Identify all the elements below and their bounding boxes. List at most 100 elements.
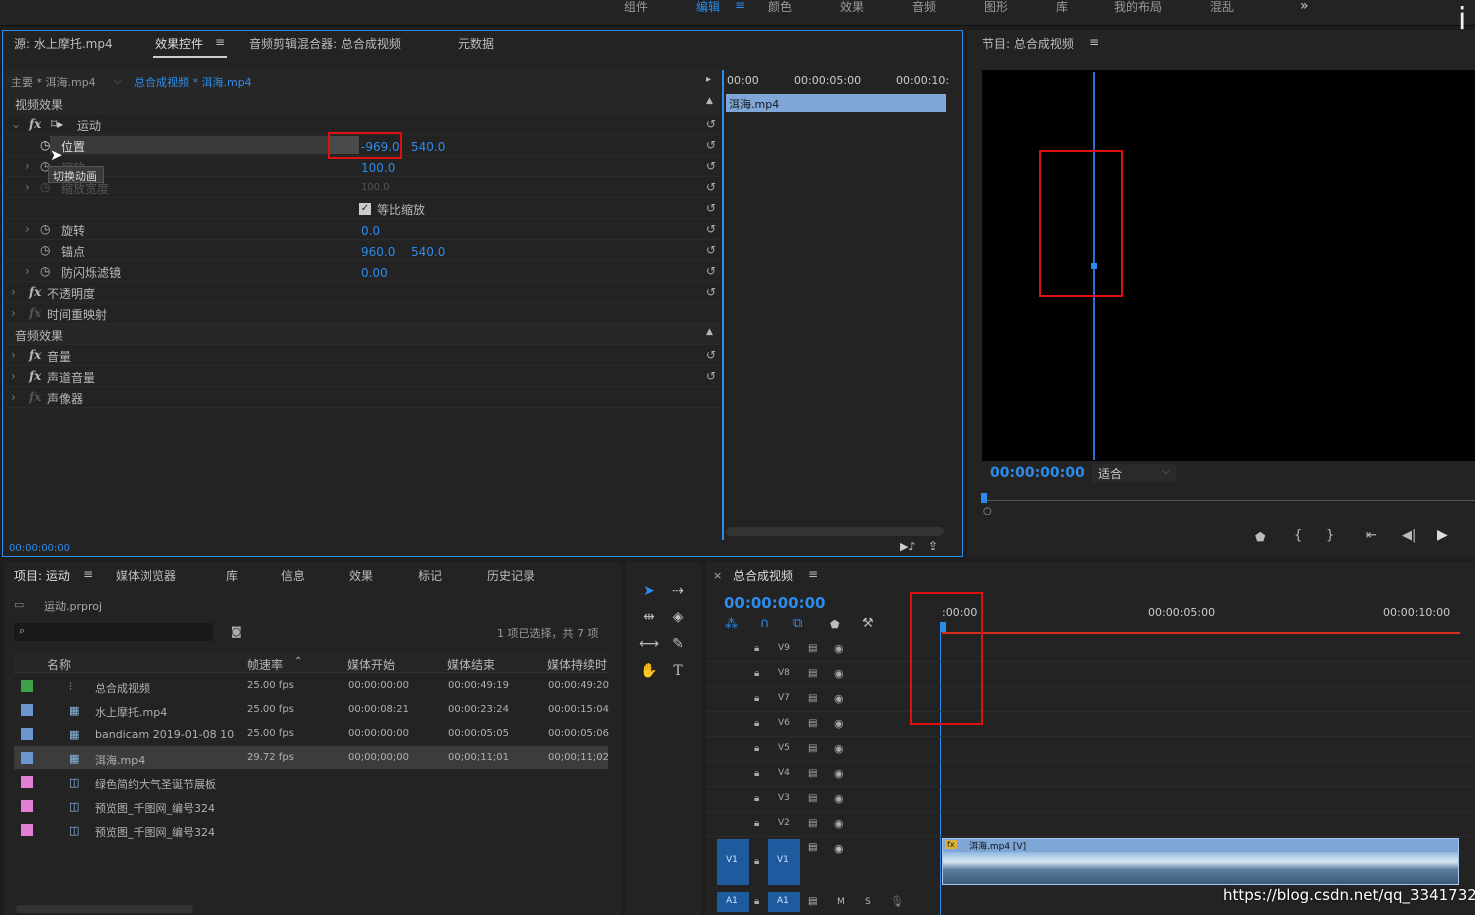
tab-markers[interactable]: 标记 [418, 567, 442, 584]
pen-tool-icon[interactable]: ✎ [667, 633, 689, 655]
eye-icon[interactable]: ◉ [834, 742, 844, 755]
workspace-tab[interactable]: 库 [1056, 0, 1068, 15]
a1-source-patch[interactable]: A1 [717, 892, 749, 912]
tab-effects[interactable]: 效果 [349, 567, 373, 584]
stopwatch-icon[interactable]: ◷ [40, 264, 50, 278]
lock-icon[interactable]: 🔒︎ [754, 693, 759, 704]
reset-icon[interactable]: ↺ [706, 159, 716, 173]
collapse-icon[interactable]: ▲ [706, 327, 713, 337]
workspace-tab[interactable]: 组件 [624, 0, 648, 15]
track-label[interactable]: V7 [778, 693, 790, 703]
v1-source-patch[interactable]: V1 [717, 839, 749, 885]
fx-icon[interactable]: fx [29, 117, 41, 131]
a1-target[interactable]: A1 [768, 892, 800, 912]
mic-icon[interactable]: 🎙︎ [890, 895, 904, 908]
rotation-value[interactable]: 0.0 [361, 224, 380, 238]
track-label[interactable]: V3 [778, 793, 790, 803]
lock-icon[interactable]: 🔒︎ [754, 743, 759, 754]
timeline-clip[interactable]: fx 洱海.mp4 [V] [942, 838, 1459, 885]
reset-icon[interactable]: ↺ [706, 348, 716, 362]
lock-icon[interactable]: 🔒︎ [754, 668, 759, 679]
mark-in-icon[interactable]: { [1294, 528, 1302, 543]
project-row[interactable]: ▦ bandicam 2019-01-08 10-28-5 25.00 fps 00:… [14, 722, 609, 746]
play-audio-icon[interactable]: ▶♪ [900, 540, 915, 553]
chevron-right-icon[interactable]: › [25, 222, 30, 236]
project-row[interactable]: ◫ 预览图_千图网_编号324 [14, 794, 608, 818]
linked-selection-icon[interactable]: ⧉ [793, 616, 802, 631]
chevron-right-icon[interactable]: › [25, 264, 30, 278]
workspace-menu-icon[interactable]: ≡ [735, 0, 745, 12]
lock-icon[interactable]: 🔒︎ [754, 818, 759, 829]
eye-icon[interactable]: ◉ [834, 792, 844, 805]
project-row[interactable]: ▦ 洱海.mp4 29.72 fps 00;00;00;00 00;00;11;01 00… [14, 746, 609, 770]
track-label[interactable]: V5 [778, 743, 790, 753]
project-row[interactable]: ◫ 预览图_千图网_编号324 [14, 818, 608, 842]
anchor-x-value[interactable]: 960.0 [361, 245, 395, 259]
track-row[interactable]: 🔒︎ V9 ▤ ◉ [706, 637, 1475, 662]
tab-library[interactable]: 库 [226, 567, 238, 584]
label-color-swatch[interactable] [21, 680, 33, 692]
checkbox-icon[interactable]: ✓ [359, 203, 371, 215]
eye-icon[interactable]: ◉ [834, 692, 844, 705]
ec-timecode[interactable]: 00:00:00:00 [9, 543, 70, 554]
track-row[interactable]: 🔒︎ V4 ▤ ◉ [706, 762, 1475, 787]
search-input[interactable]: ⌕ [14, 623, 213, 641]
type-tool-icon[interactable]: T [667, 660, 689, 682]
lock-icon[interactable]: 🔒︎ [754, 793, 759, 804]
film-icon[interactable]: ▤ [808, 718, 817, 729]
chevron-right-icon[interactable]: › [11, 348, 16, 362]
chevron-right-icon[interactable]: › [25, 180, 30, 194]
workspace-tab[interactable]: 效果 [840, 0, 864, 15]
fx-icon[interactable]: fx [29, 285, 41, 299]
label-color-swatch[interactable] [21, 800, 33, 812]
workspace-tab[interactable]: 图形 [984, 0, 1008, 15]
fit-dropdown[interactable]: 适合 ⌵ [1092, 464, 1176, 482]
marker-icon[interactable]: ⬟ [1255, 530, 1265, 544]
fx-icon[interactable]: fx [29, 369, 41, 383]
chevron-right-icon[interactable]: › [25, 159, 30, 173]
track-row[interactable]: 🔒︎ V5 ▤ ◉ [706, 737, 1475, 762]
eye-icon[interactable]: ◉ [834, 642, 844, 655]
panel-menu-icon[interactable]: ≡ [808, 567, 818, 581]
lock-icon[interactable]: 🔒︎ [754, 896, 759, 907]
flicker-value[interactable]: 0.00 [361, 266, 388, 280]
reset-icon[interactable]: ↺ [706, 369, 716, 383]
track-label[interactable]: V2 [778, 818, 790, 828]
ec-scrollbar[interactable] [726, 527, 944, 536]
track-row[interactable]: 🔒︎ V2 ▤ ◉ [706, 812, 1475, 837]
v1-target[interactable]: V1 [768, 839, 800, 885]
add-marker-icon[interactable]: ⬟ [830, 618, 840, 631]
film-icon[interactable]: ▤ [808, 768, 817, 779]
eye-icon[interactable]: ◉ [834, 842, 844, 855]
overflow-icon[interactable]: » [1300, 0, 1309, 14]
track-label[interactable]: V9 [778, 643, 790, 653]
chevron-right-icon[interactable]: › [11, 306, 16, 320]
lock-icon[interactable]: 🔒︎ [754, 856, 759, 867]
reset-icon[interactable]: ↺ [706, 180, 716, 194]
program-playhead[interactable] [981, 493, 987, 503]
reset-icon[interactable]: ↺ [706, 243, 716, 257]
mute-button[interactable]: M [837, 897, 845, 907]
panel-menu-icon[interactable]: ≡ [215, 35, 225, 49]
film-icon[interactable]: ▤ [808, 693, 817, 704]
ec-playhead[interactable] [722, 70, 724, 540]
program-title[interactable]: 节目: 总合成视频 [982, 35, 1074, 52]
mark-out-icon[interactable]: } [1326, 528, 1334, 543]
project-row[interactable]: ⫶ 总合成视频 25.00 fps 00:00:00:00 00:00:49:19 00:… [14, 674, 609, 698]
reset-icon[interactable]: ↺ [706, 138, 716, 152]
workspace-tab[interactable]: 颜色 [768, 0, 792, 15]
fx-icon[interactable]: fx [29, 348, 41, 362]
lock-icon[interactable]: 🔒︎ [754, 643, 759, 654]
lock-icon[interactable]: 🔒︎ [754, 768, 759, 779]
track-row[interactable]: 🔒︎ V8 ▤ ◉ [706, 662, 1475, 687]
film-icon[interactable]: ▤ [808, 668, 817, 679]
close-icon[interactable]: × [713, 569, 722, 582]
tab-effect-controls[interactable]: 效果控件 [155, 35, 203, 52]
reset-icon[interactable]: ↺ [706, 117, 716, 131]
stopwatch-icon[interactable]: ◷ [40, 222, 50, 236]
chevron-down-icon[interactable]: ⌄ [11, 117, 21, 131]
col-fps[interactable]: 帧速率 [247, 656, 283, 673]
track-row[interactable]: 🔒︎ V3 ▤ ◉ [706, 787, 1475, 812]
tab-audio-mixer[interactable]: 音频剪辑混合器: 总合成视频 [249, 35, 401, 52]
step-back-icon[interactable]: ◀| [1402, 528, 1416, 543]
